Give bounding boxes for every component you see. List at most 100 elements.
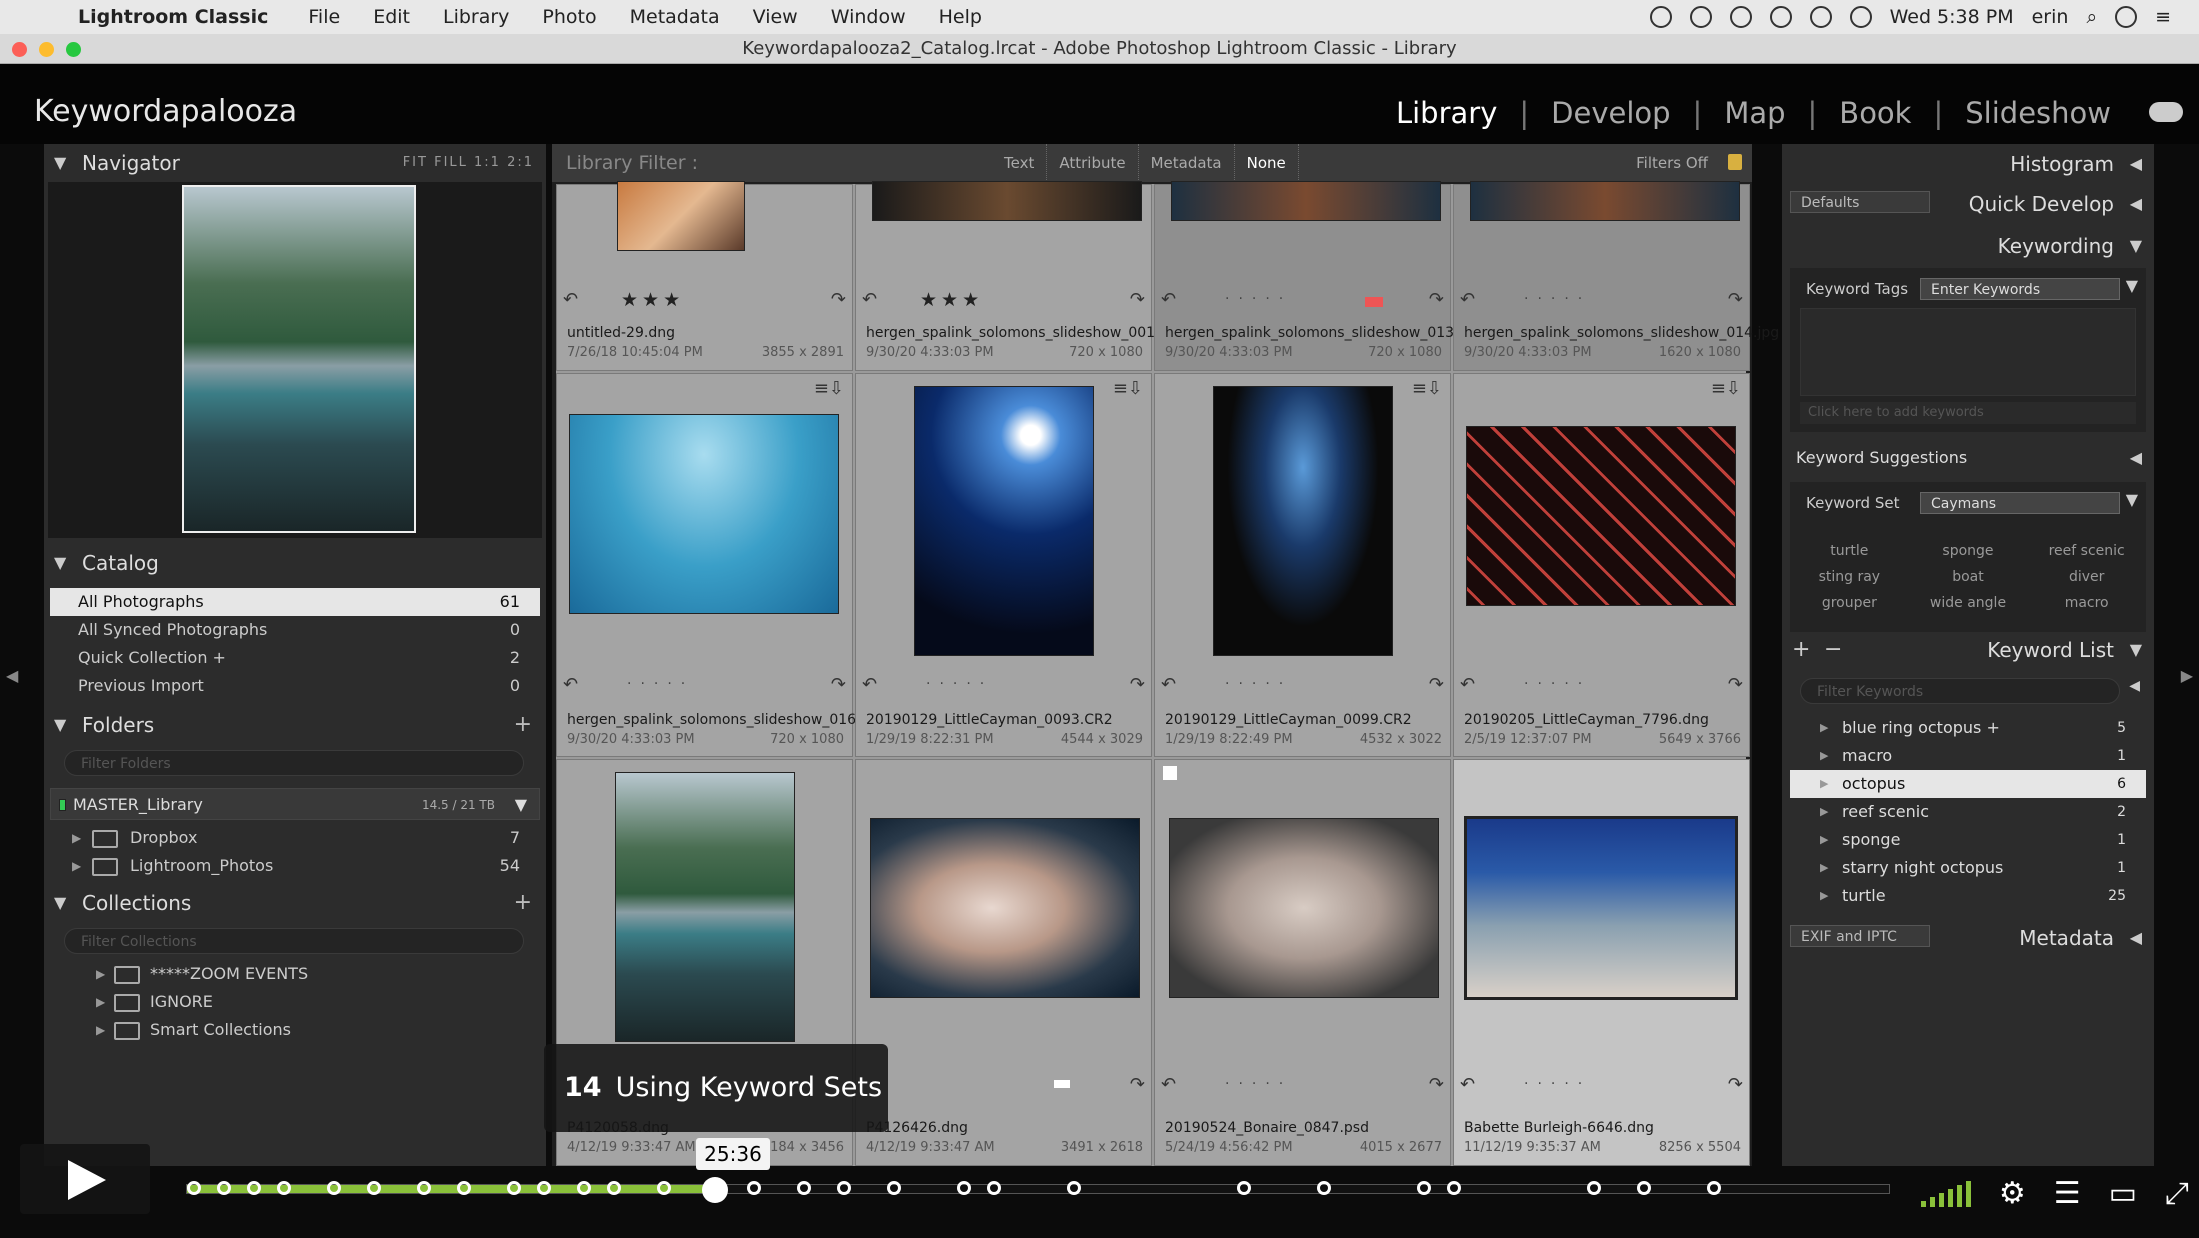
filter-metadata[interactable]: Metadata [1139,144,1235,182]
keywording-header[interactable]: Keywording ▼ [1782,226,2154,266]
catalog-item[interactable]: Previous Import 0 [50,672,540,700]
add-keyword-icon[interactable]: + [1792,630,1810,670]
chapter-marker[interactable] [1237,1181,1251,1195]
keyword-set-item[interactable]: sting ray [1790,564,1909,590]
navigator-header[interactable]: ▼ Navigator FIT FILL 1:1 2:1 [44,144,546,182]
grid-cell[interactable]: ↶ ····· ↷ hergen_spalink_solomons_slides… [1453,181,1779,371]
keyword-item[interactable]: ▶ turtle 25 [1790,882,2146,910]
siri-icon[interactable] [2115,6,2138,28]
left-panel-toggle-icon[interactable]: ◀ [6,666,18,685]
grid-cell-selected[interactable]: ↶ ····· ↷ Babette Burleigh-6646.dng 11/1… [1453,759,1750,1166]
collection-set[interactable]: ▶ IGNORE [50,988,540,1016]
play-button[interactable] [20,1144,150,1214]
keyword-tags-dropdown[interactable]: Enter Keywords [1920,278,2120,300]
keyword-item[interactable]: ▶ sponge 1 [1790,826,2146,854]
lock-icon[interactable] [1728,154,1742,170]
catalog-header[interactable]: ▼ Catalog [44,544,546,582]
chapter-marker[interactable] [1707,1181,1721,1195]
catalog-item[interactable]: All Photographs 61 [50,588,540,616]
status-icon[interactable] [1769,6,1792,28]
user-name[interactable]: erin [2032,6,2069,28]
keyword-set-item[interactable]: sponge [1909,538,2028,564]
search-icon[interactable]: ⌕ [2086,6,2097,28]
thumbnail[interactable] [569,414,839,614]
menu-photo[interactable]: Photo [542,6,596,28]
chapter-marker[interactable] [987,1181,1001,1195]
keyword-item[interactable]: ▶ blue ring octopus +5 [1790,714,2146,742]
menu-app[interactable]: Lightroom Classic [78,6,268,28]
folder-filter-input[interactable]: Filter Folders [64,750,524,776]
keyword-tags-textarea[interactable] [1800,308,2136,396]
collection-set[interactable]: ▶ *****ZOOM EVENTS [50,960,540,988]
progress-handle[interactable] [702,1177,729,1203]
clock[interactable]: Wed 5:38 PM [1890,6,2014,28]
collection-set[interactable]: ▶ Smart Collections [50,1016,540,1044]
wifi-icon[interactable] [1809,6,1832,28]
grid-cell[interactable]: ↶ ····· ↷ hergen_spalink_solomons_slides… [1154,181,1480,371]
add-keywords-input[interactable]: Click here to add keywords [1800,402,2136,424]
filter-none[interactable]: None [1235,144,1299,182]
module-library[interactable]: Library [1374,96,1519,130]
menu-view[interactable]: View [753,6,798,28]
saved-preset-dropdown[interactable]: Defaults [1790,191,1930,213]
zoom-window-icon[interactable] [66,42,81,57]
module-book[interactable]: Book [1817,96,1933,130]
collapse-triangle-icon[interactable]: ▼ [54,544,66,582]
menu-edit[interactable]: Edit [373,6,410,28]
collections-header[interactable]: ▼ Collections + [44,884,546,922]
volume-row[interactable]: MASTER_Library 14.5 / 21 TB ▼ [50,788,540,820]
filter-text[interactable]: Text [992,144,1048,182]
keyword-item-selected[interactable]: ▶ octopus 6 [1790,770,2146,798]
thumbnail[interactable] [914,386,1094,656]
control-center-icon[interactable]: ≡ [2155,6,2171,28]
chapter-marker[interactable] [957,1181,971,1195]
menu-window[interactable]: Window [831,6,906,28]
menu-library[interactable]: Library [443,6,509,28]
keyword-suggestions-header[interactable]: Keyword Suggestions ◀ [1782,438,2154,478]
chapter-marker[interactable] [1417,1181,1431,1195]
quick-develop-header[interactable]: Defaults Quick Develop ◀ [1782,184,2154,224]
navigator-preview[interactable] [48,182,542,538]
chapter-marker[interactable] [747,1181,761,1195]
filter-presets[interactable]: Filters Off [1636,144,1708,182]
chapter-marker[interactable] [217,1181,231,1195]
chapter-marker[interactable] [837,1181,851,1195]
chapter-marker[interactable] [797,1181,811,1195]
status-icon[interactable] [1689,6,1712,28]
keyword-set-item[interactable]: wide angle [1909,590,2028,616]
thumbnail[interactable] [1466,426,1736,606]
grid-cell[interactable]: ≡⇩ ↶ ····· ↷ 20190205_LittleCayman_7796.… [1453,373,1750,757]
metadata-header[interactable]: EXIF and IPTC Metadata ◀ [1782,918,2154,958]
chapter-marker[interactable] [457,1181,471,1195]
chapter-marker[interactable] [577,1181,591,1195]
keyword-filter-input[interactable]: Filter Keywords [1800,678,2120,704]
keyword-set-item[interactable]: turtle [1790,538,1909,564]
chapter-marker[interactable] [887,1181,901,1195]
histogram-header[interactable]: Histogram ◀ [1782,144,2154,184]
chapter-marker[interactable] [187,1181,201,1195]
remove-keyword-icon[interactable]: − [1824,630,1842,670]
filter-attribute[interactable]: Attribute [1047,144,1139,182]
keyword-set-item[interactable]: boat [1909,564,2028,590]
menu-help[interactable]: Help [939,6,982,28]
settings-gear-icon[interactable]: ⚙ [1999,1176,2026,1211]
thumbnail[interactable] [1169,818,1439,998]
collapse-triangle-icon[interactable]: ▼ [54,144,66,182]
minimize-window-icon[interactable] [39,42,54,57]
keyword-set-item[interactable]: grouper [1790,590,1909,616]
thumbnail[interactable] [870,818,1140,998]
zoom-options[interactable]: FIT FILL 1:1 2:1 [403,144,534,182]
keyword-set-item[interactable]: macro [2027,590,2146,616]
keyword-item[interactable]: ▶ starry night octopus 1 [1790,854,2146,882]
collection-filter-input[interactable]: Filter Collections [64,928,524,954]
chapter-marker[interactable] [537,1181,551,1195]
add-collection-icon[interactable]: + [514,884,532,922]
metadata-view-dropdown[interactable]: EXIF and IPTC [1790,925,1930,947]
folders-header[interactable]: ▼ Folders + [44,706,546,744]
folder-item[interactable]: ▶ Dropbox 7 [50,824,540,852]
chapter-marker[interactable] [1067,1181,1081,1195]
module-map[interactable]: Map [1702,96,1807,130]
menu-file[interactable]: File [308,6,340,28]
chapters-list-icon[interactable]: ☰ [2054,1176,2081,1211]
airplay-icon[interactable]: ▭ [2109,1176,2137,1211]
